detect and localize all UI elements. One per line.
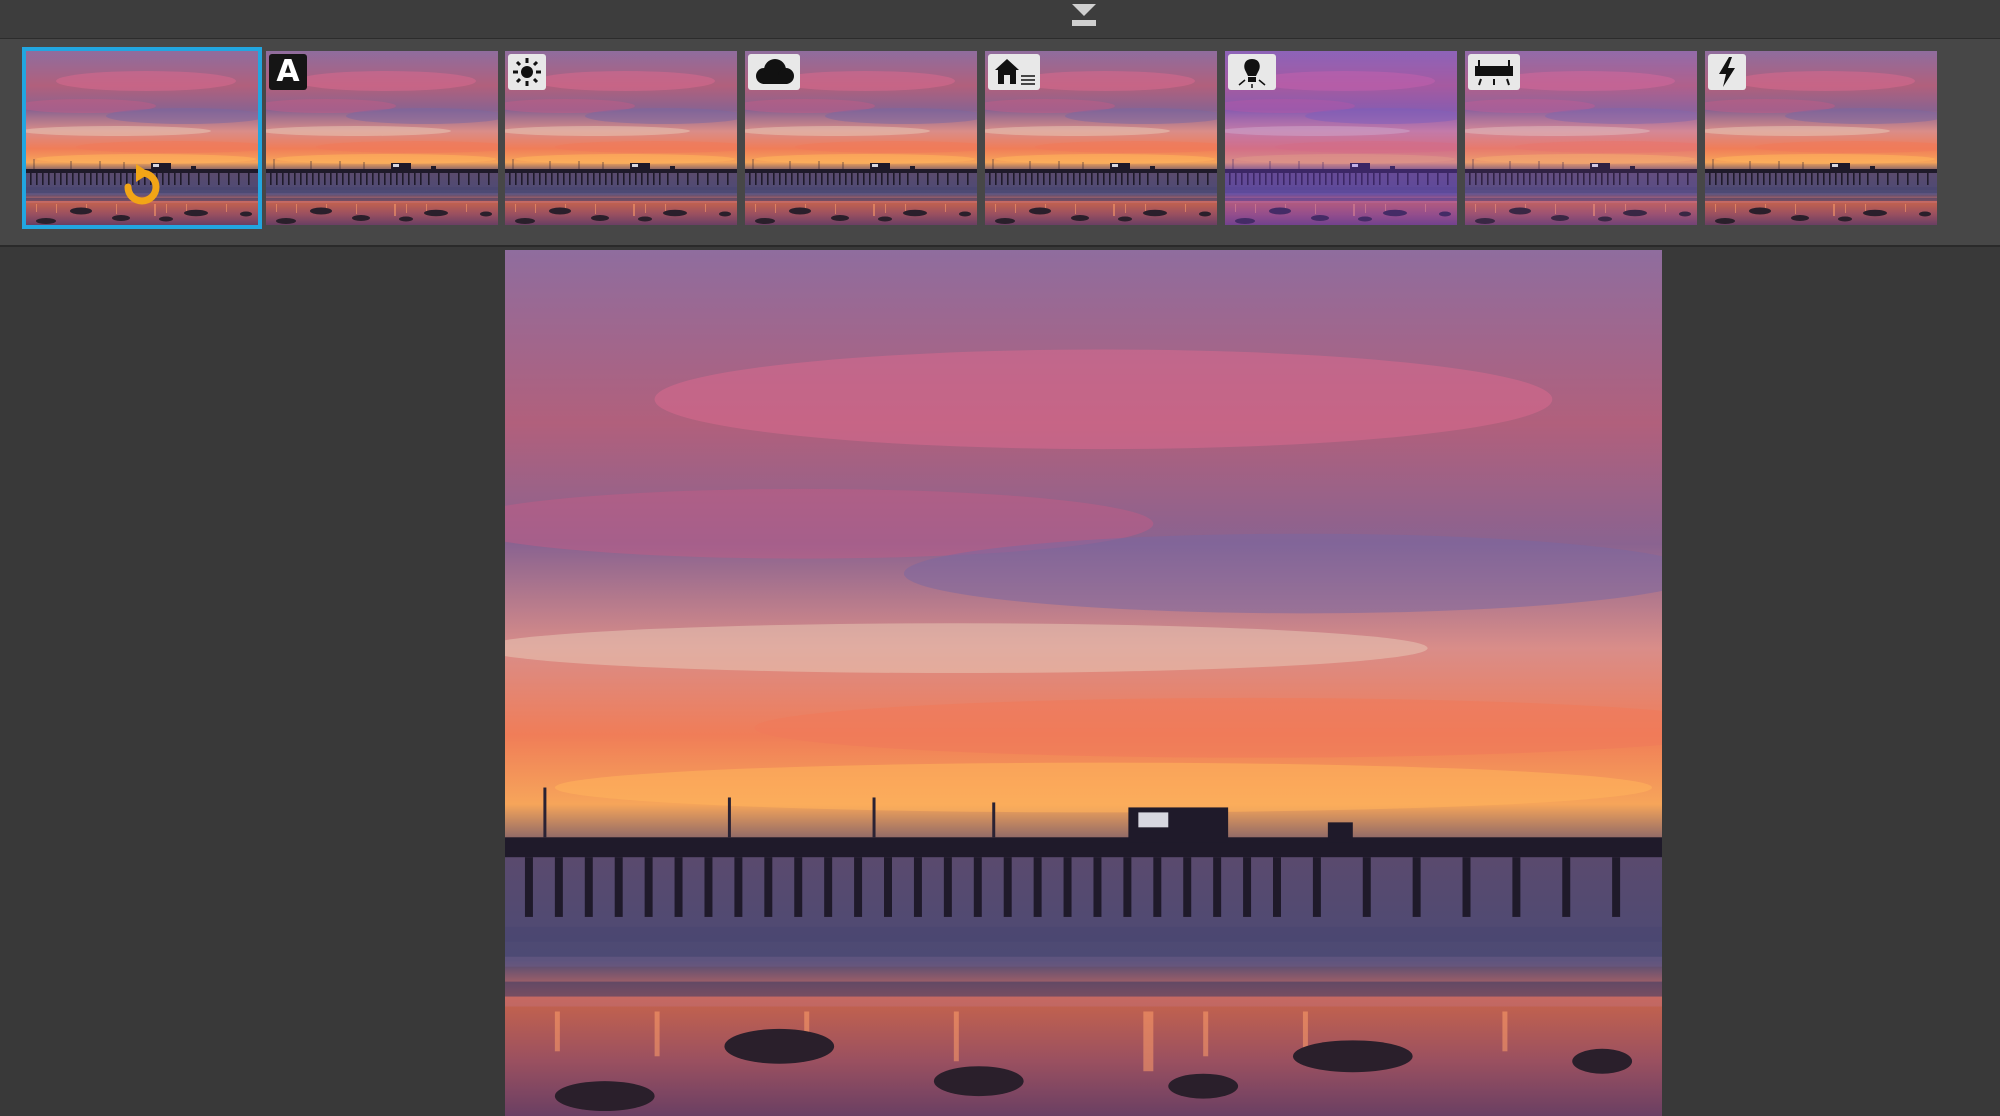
flash-icon (1708, 54, 1746, 90)
fluorescent-tube-icon (1468, 54, 1520, 90)
thumbnail-sunny[interactable] (505, 51, 737, 225)
thumbnail-auto[interactable]: A (266, 51, 498, 225)
chevron-down-icon[interactable] (1067, 0, 1101, 32)
cloud-icon (748, 54, 800, 90)
auto-letter-icon: A (269, 54, 307, 90)
photo-preview[interactable] (505, 250, 1662, 1116)
photo-editor-window: A (0, 0, 2000, 1116)
thumbnail-original[interactable] (22, 47, 262, 229)
thumbnail-flash[interactable] (1705, 51, 1937, 225)
sun-icon (508, 54, 546, 90)
badge-letter: A (276, 54, 300, 89)
white-balance-filmstrip: A (0, 39, 2000, 247)
lightbulb-icon (1228, 54, 1276, 90)
thumbnail-fluorescent[interactable] (1465, 51, 1697, 225)
thumbnail-shade[interactable] (985, 51, 1217, 225)
thumbnail-cloudy[interactable] (745, 51, 977, 225)
top-bar (0, 0, 2000, 39)
house-shade-icon (988, 54, 1040, 90)
thumbnail-tungsten[interactable] (1225, 51, 1457, 225)
revert-icon[interactable] (118, 163, 166, 211)
